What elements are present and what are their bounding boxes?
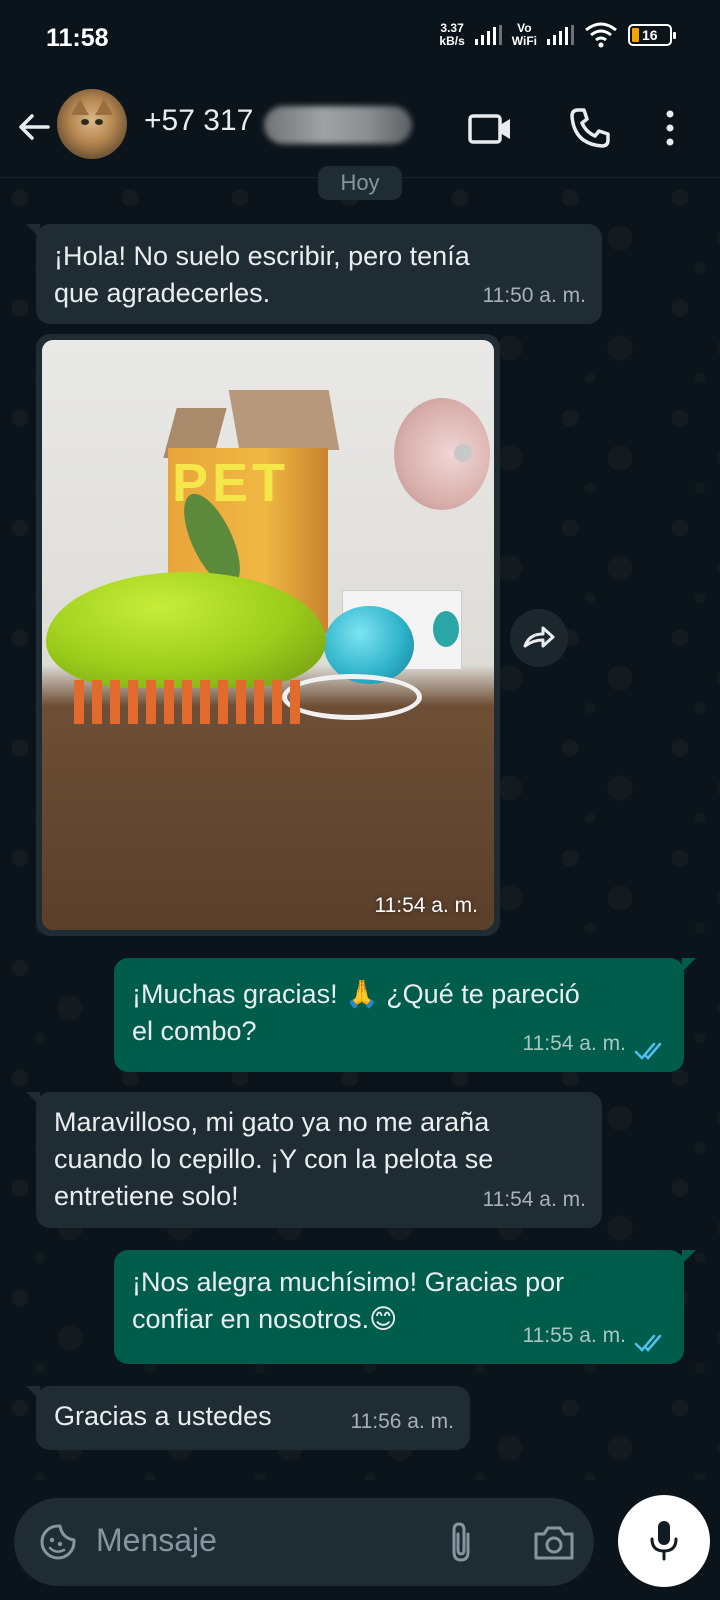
message-outgoing[interactable]: ¡Muchas gracias! 🙏 ¿Qué te pareció el co…: [114, 958, 696, 1072]
mic-button[interactable]: [618, 1495, 710, 1587]
message-time: 11:54 a. m.: [482, 1188, 586, 1211]
message-text: ¡Nos alegra muchísimo! Gracias por confi…: [132, 1267, 565, 1334]
battery-icon: 16: [628, 24, 676, 46]
message-incoming[interactable]: Gracias a ustedes 11:56 a. m.: [26, 1386, 470, 1450]
message-incoming[interactable]: Maravilloso, mi gato ya no me araña cuan…: [26, 1092, 602, 1228]
more-options-icon[interactable]: [660, 104, 680, 152]
battery-fill: [632, 28, 639, 42]
date-chip: Hoy: [318, 166, 402, 200]
message-placeholder: Mensaje: [96, 1522, 217, 1558]
message-time: 11:56 a. m.: [350, 1410, 454, 1433]
clock: 11:58: [46, 24, 109, 52]
mic-icon: [650, 1521, 678, 1561]
message-time: 11:54 a. m.: [522, 1032, 626, 1055]
chat-area[interactable]: Hoy ¡Hola! No suelo escribir, pero tenía…: [0, 166, 720, 1480]
read-receipt-icon: [634, 1334, 662, 1352]
signal-icon-2: [547, 25, 574, 45]
message-text: ¡Muchas gracias! 🙏 ¿Qué te pareció el co…: [132, 979, 580, 1046]
message-text: Gracias a ustedes: [54, 1401, 272, 1431]
message-incoming[interactable]: ¡Hola! No suelo escribir, pero tenía que…: [26, 224, 602, 324]
phone-call-icon[interactable]: [566, 104, 614, 152]
wifi-icon: [585, 22, 617, 48]
contact-name[interactable]: +57 317: [144, 104, 253, 138]
avatar[interactable]: [57, 89, 127, 159]
photo[interactable]: PET 11:54 a. m.: [42, 340, 494, 930]
redacted-number: [264, 106, 412, 144]
message-time: 11:54 a. m.: [374, 894, 478, 917]
chat-header: +57 317: [0, 80, 720, 178]
status-icons: 3.37 kB/s Vo WiFi 16: [439, 21, 676, 48]
forward-button[interactable]: [510, 609, 568, 667]
back-arrow-icon[interactable]: [14, 107, 54, 147]
status-bar: 11:58 3.37 kB/s Vo WiFi 16: [0, 0, 720, 80]
read-receipt-icon: [634, 1042, 662, 1060]
forward-icon: [523, 626, 555, 648]
message-input[interactable]: Mensaje: [14, 1498, 594, 1586]
video-call-icon[interactable]: [466, 104, 516, 154]
message-text: ¡Hola! No suelo escribir, pero tenía que…: [54, 241, 470, 308]
camera-icon[interactable]: [532, 1524, 576, 1562]
attach-icon[interactable]: [446, 1520, 476, 1564]
message-time: 11:55 a. m.: [522, 1324, 626, 1347]
composer: Mensaje: [0, 1480, 720, 1600]
message-image[interactable]: PET 11:54 a. m.: [36, 334, 500, 936]
signal-icon: [474, 25, 502, 45]
message-text: Maravilloso, mi gato ya no me araña cuan…: [54, 1107, 494, 1211]
message-time: 11:50 a. m.: [482, 284, 586, 307]
message-outgoing[interactable]: ¡Nos alegra muchísimo! Gracias por confi…: [114, 1250, 696, 1364]
vowifi-label: Vo WiFi: [511, 21, 537, 48]
network-speed: 3.37 kB/s: [439, 21, 465, 48]
sticker-icon[interactable]: [38, 1522, 78, 1562]
